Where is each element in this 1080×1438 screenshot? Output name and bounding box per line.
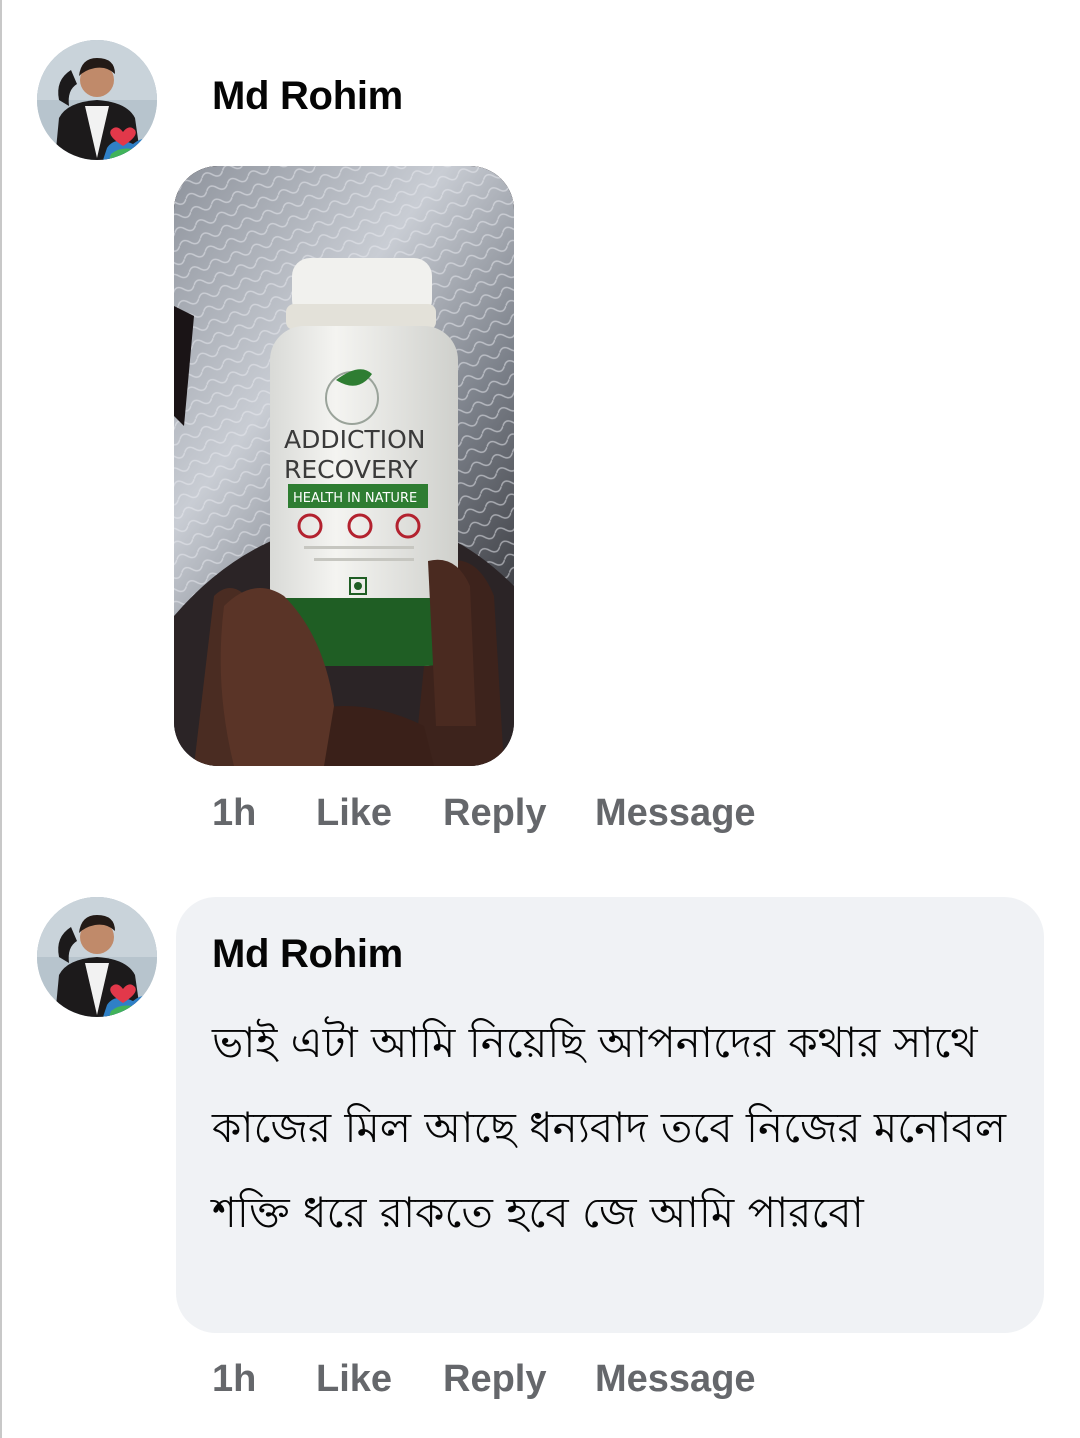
label-tagline: HEALTH IN NATURE bbox=[293, 491, 417, 506]
reply-button[interactable]: Reply bbox=[443, 1358, 546, 1401]
avatar-photo bbox=[37, 897, 157, 1017]
label-title-1: ADDICTION bbox=[284, 425, 425, 454]
comment-text: ভাই এটা আমি নিয়েছি আপনাদের কথার সাথে কা… bbox=[212, 1018, 1007, 1237]
like-button[interactable]: Like bbox=[316, 1358, 392, 1401]
label-title-2: RECOVERY bbox=[284, 455, 419, 484]
reply-button[interactable]: Reply bbox=[443, 792, 546, 835]
message-button[interactable]: Message bbox=[595, 792, 756, 835]
comment-author[interactable]: Md Rohim bbox=[212, 74, 403, 119]
comment-author[interactable]: Md Rohim bbox=[212, 932, 403, 977]
avatar[interactable] bbox=[37, 897, 157, 1017]
message-button[interactable]: Message bbox=[595, 1358, 756, 1401]
like-button[interactable]: Like bbox=[316, 792, 392, 835]
avatar-photo bbox=[37, 40, 157, 160]
comment-timestamp[interactable]: 1h bbox=[212, 1358, 256, 1401]
comment-timestamp[interactable]: 1h bbox=[212, 792, 256, 835]
comment-photo-attachment[interactable]: ADDICTION RECOVERY HEALTH IN NATURE bbox=[174, 166, 514, 766]
avatar[interactable] bbox=[37, 40, 157, 160]
thread-connector bbox=[0, 0, 2, 1438]
